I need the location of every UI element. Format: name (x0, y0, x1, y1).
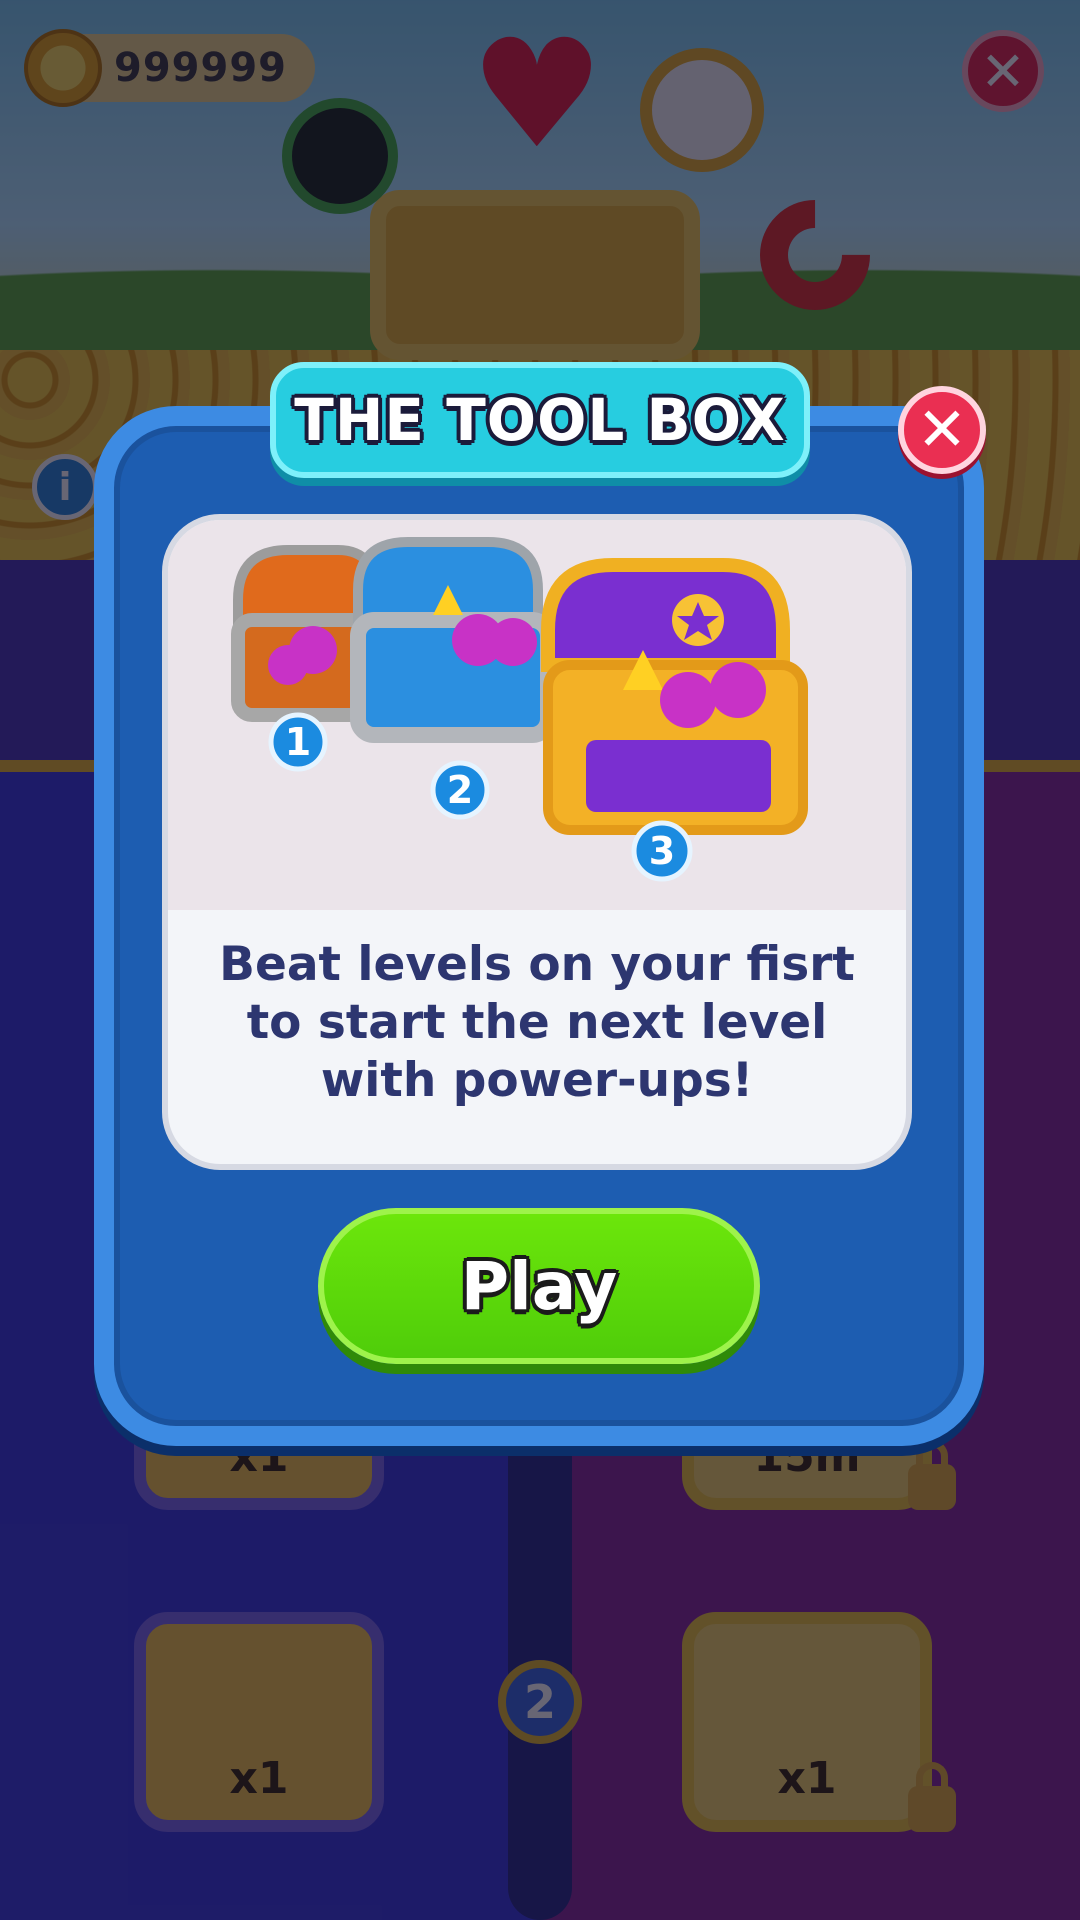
close-icon: ✕ (916, 395, 968, 465)
chest-3 (541, 558, 808, 835)
dialog-message-line: Beat levels on your fisrt (219, 937, 855, 992)
chests-svg: 1 2 3 (231, 537, 808, 882)
dialog-message: Beat levels on your fisrt to start the n… (168, 936, 906, 1110)
dialog-message-line: with power-ups! (320, 1053, 754, 1108)
play-button-label: Play (460, 1247, 618, 1325)
close-button[interactable]: ✕ (898, 386, 986, 474)
info-card: 1 2 3 Beat levels on your fisrt to start… (162, 514, 912, 1170)
chest-1-badge-number: 1 (285, 720, 311, 764)
dialog-title-banner: THE TOOL BOX (270, 362, 810, 478)
chest-2 (350, 537, 556, 743)
chest-1-badge: 1 (268, 712, 328, 772)
chest-3-badge: 3 (631, 820, 693, 882)
dialog-title: THE TOOL BOX (294, 386, 786, 454)
chest-2-badge: 2 (430, 760, 490, 820)
chest-3-badge-number: 3 (649, 829, 675, 873)
play-button[interactable]: Play (318, 1208, 760, 1364)
chests-illustration: 1 2 3 (168, 520, 906, 910)
chest-2-badge-number: 2 (447, 768, 473, 812)
dialog-message-line: to start the next level (246, 995, 828, 1050)
